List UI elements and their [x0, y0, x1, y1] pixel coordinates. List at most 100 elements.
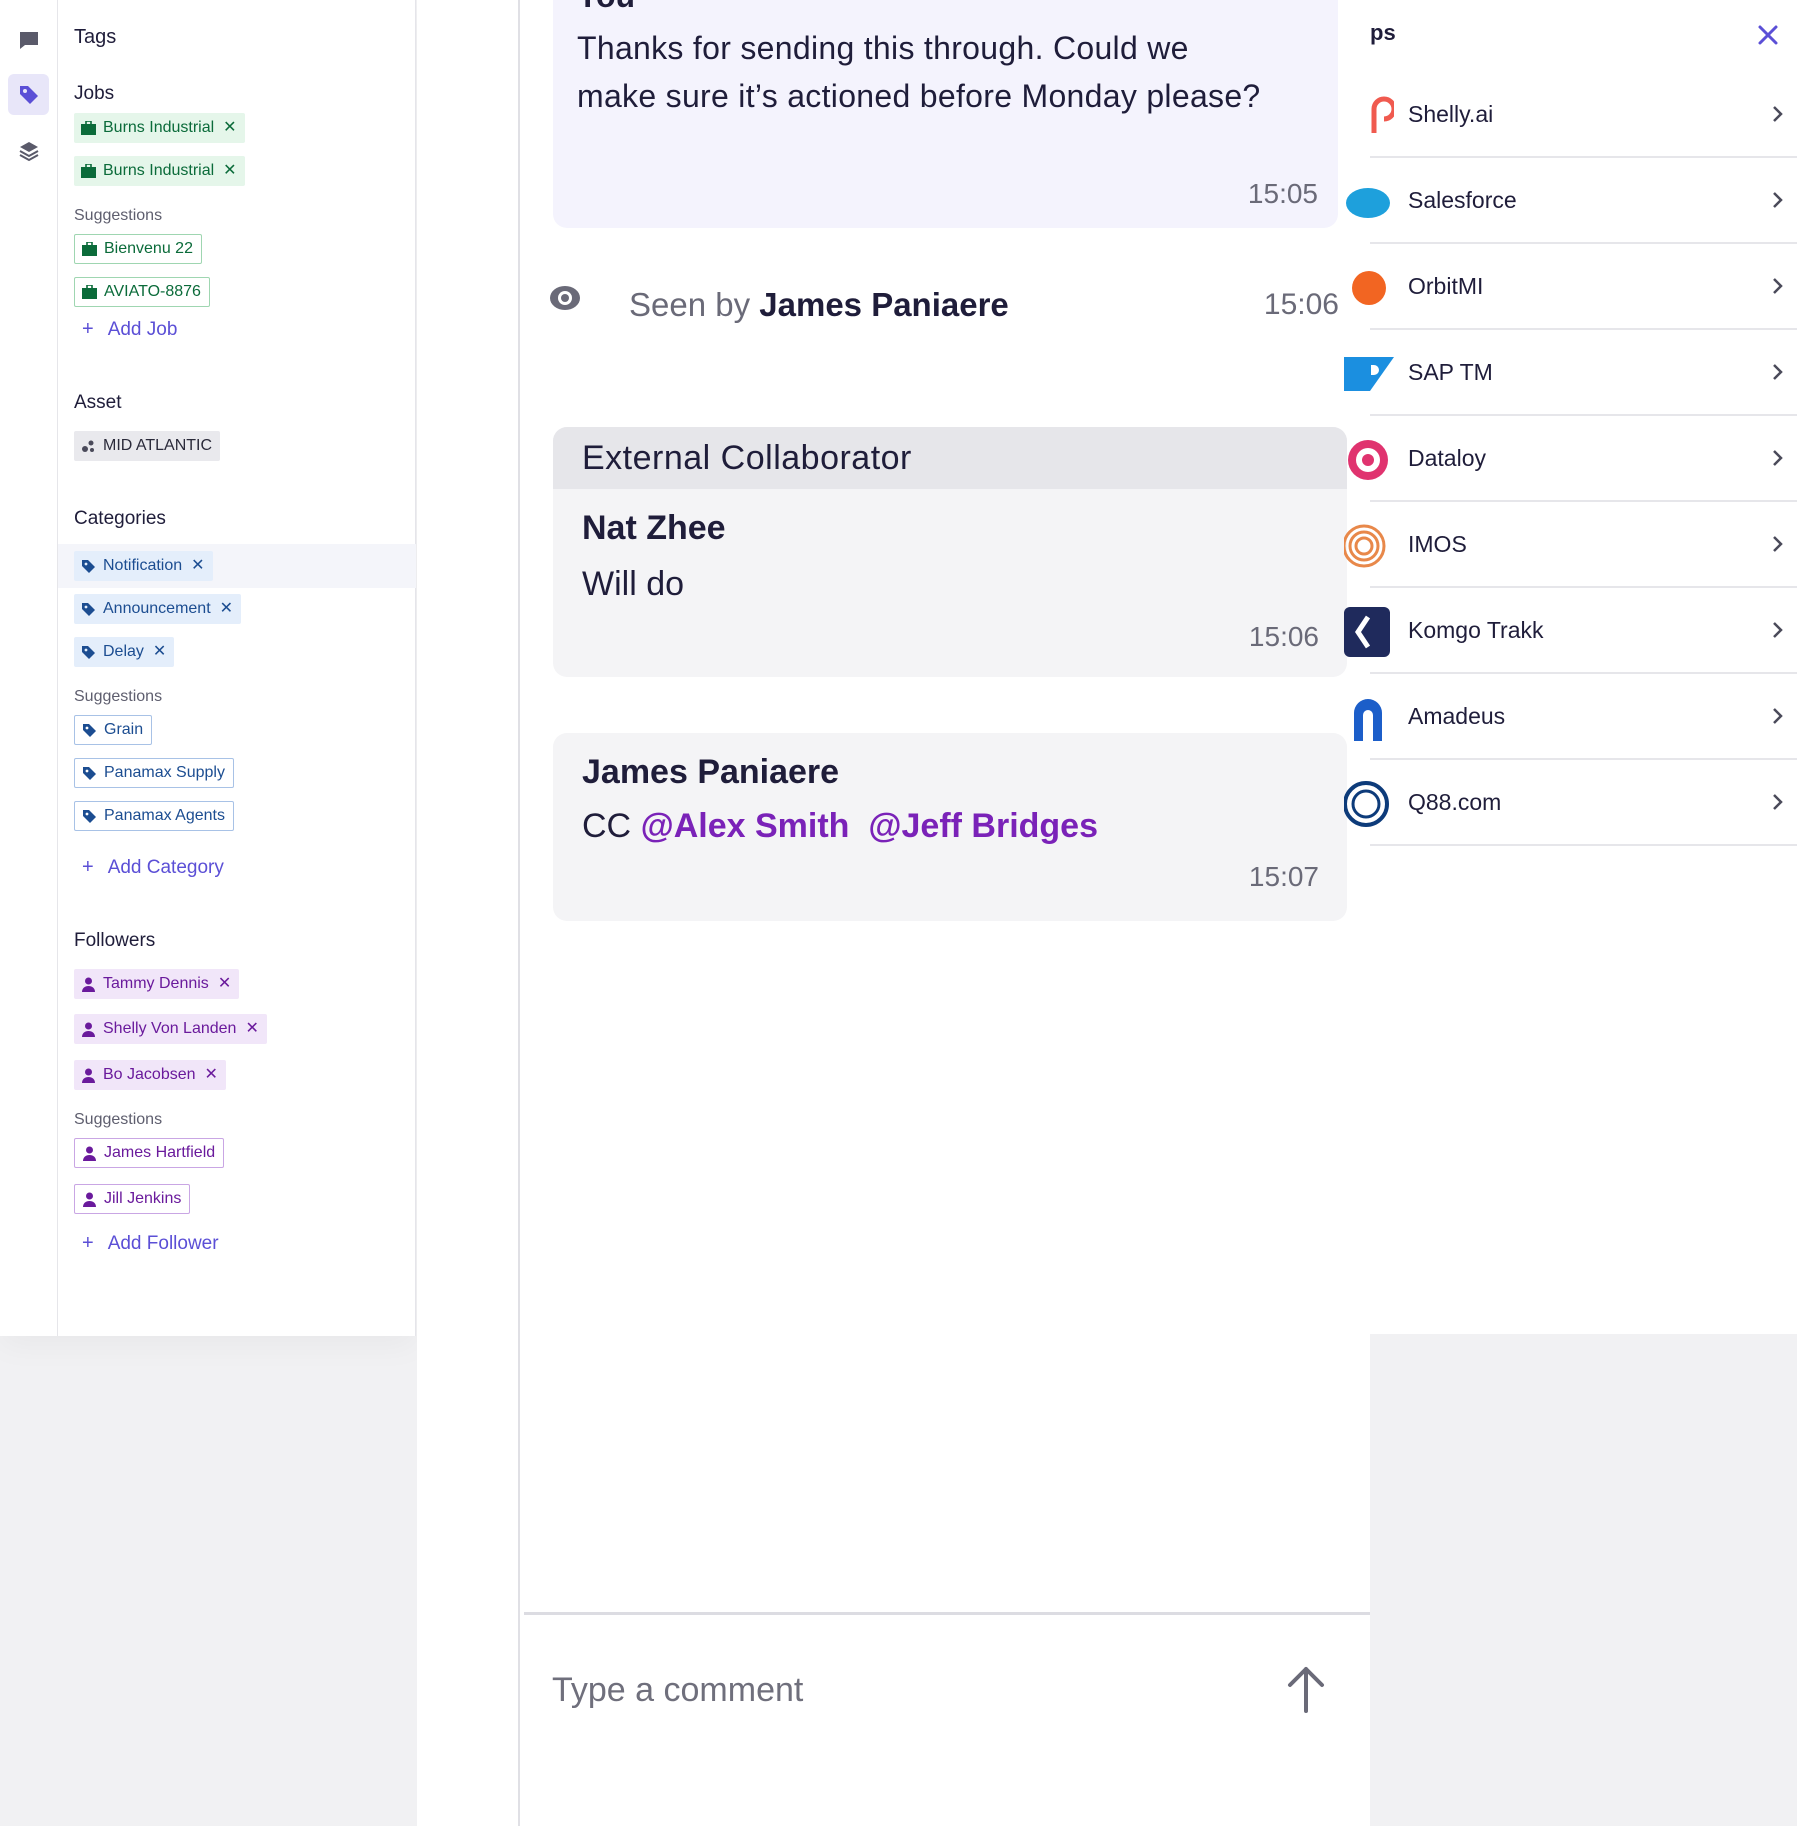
plus-icon: +: [82, 856, 94, 878]
external-message-card: External Collaborator Nat Zhee Will do 1…: [553, 427, 1347, 677]
comment-input[interactable]: [552, 1665, 1252, 1715]
message-text: Thanks for sending this through. Could w…: [577, 30, 1261, 114]
add-category-button[interactable]: + Add Category: [82, 856, 224, 879]
send-arrow-icon[interactable]: [1284, 1665, 1328, 1713]
chevron-right-icon: [1773, 278, 1783, 294]
app-name: OrbitMI: [1408, 273, 1484, 299]
app-row-komgo[interactable]: Komgo Trakk: [1344, 588, 1797, 674]
follower-suggestion-chip[interactable]: James Hartfield: [74, 1138, 225, 1168]
app-name: Komgo Trakk: [1408, 617, 1544, 643]
tag-icon: [81, 722, 97, 738]
message-time: 15:06: [1248, 621, 1319, 652]
chat-column: You Thanks for sending this through. Cou…: [417, 0, 1370, 1826]
asset-chip-label: MID ATLANTIC: [103, 437, 213, 454]
asset-chip[interactable]: MID ATLANTIC: [74, 431, 221, 461]
job-chip[interactable]: Burns Industrial ✕: [74, 156, 245, 186]
app-name: Q88.com: [1408, 789, 1502, 815]
asset-icon: [80, 438, 96, 454]
layers-rail-button[interactable]: [8, 130, 49, 171]
shelly-logo-icon: [1371, 96, 1394, 133]
app-row-imos[interactable]: IMOS: [1344, 502, 1797, 588]
category-suggestion-chip[interactable]: Grain: [74, 715, 153, 745]
follower-chip-label: Tammy Dennis: [103, 975, 209, 992]
app-row-dataloy[interactable]: Dataloy: [1348, 416, 1797, 502]
followers-suggestions-label: Suggestions: [74, 1111, 163, 1128]
message-time: 15:05: [1247, 178, 1318, 209]
add-job-label: Add Job: [107, 318, 178, 340]
chevron-right-icon: [1773, 450, 1783, 466]
jobs-title: Jobs: [74, 83, 115, 104]
comments-rail-button[interactable]: [8, 20, 49, 61]
mention-link[interactable]: @Jeff Bridges: [868, 807, 1098, 845]
category-suggestion-chip[interactable]: Panamax Agents: [74, 801, 234, 831]
follower-chip-label: Shelly Von Landen: [103, 1020, 237, 1037]
mention-link[interactable]: @Alex Smith: [641, 807, 850, 845]
app-row-q88[interactable]: Q88.com: [1344, 760, 1797, 846]
follower-chip[interactable]: Tammy Dennis ✕: [74, 969, 240, 999]
sap-logo-icon: [1344, 357, 1394, 391]
person-icon: [80, 1067, 96, 1083]
app-row-salesforce[interactable]: Salesforce: [1346, 158, 1797, 244]
chevron-right-icon: [1773, 708, 1783, 724]
category-chip[interactable]: Notification ✕: [74, 551, 213, 581]
tag-icon: [80, 644, 96, 660]
cc-prefix: CC: [582, 807, 632, 845]
message-author: James Paniaere: [582, 753, 840, 791]
follower-chip-label: Bo Jacobsen: [103, 1066, 196, 1083]
seen-text: Seen by James Paniaere: [629, 286, 1009, 324]
add-category-label: Add Category: [107, 856, 224, 878]
app-row-amadeus[interactable]: Amadeus: [1354, 674, 1797, 760]
app-name: Amadeus: [1408, 703, 1506, 729]
comment-composer: [524, 1612, 1370, 1826]
category-suggestion-chip[interactable]: Panamax Supply: [74, 758, 234, 788]
message-author: Nat Zhee: [582, 509, 726, 547]
remove-icon[interactable]: ✕: [205, 1067, 218, 1083]
chevron-right-icon: [1773, 364, 1783, 380]
job-chip[interactable]: Burns Industrial ✕: [74, 113, 245, 143]
category-suggestion-label: Grain: [104, 721, 144, 738]
app-name: Dataloy: [1408, 445, 1486, 471]
category-chip[interactable]: Delay ✕: [74, 637, 175, 667]
q88-logo-icon: [1344, 781, 1389, 827]
message-text: CC @Alex Smith @Jeff Bridges: [582, 807, 1098, 846]
job-chip-label: Burns Industrial: [103, 119, 215, 136]
app-row-orbitmi[interactable]: OrbitMI: [1352, 244, 1797, 330]
category-chip[interactable]: Announcement ✕: [74, 594, 242, 624]
close-icon[interactable]: [1753, 20, 1783, 50]
chevron-right-icon: [1773, 106, 1783, 122]
remove-icon[interactable]: ✕: [223, 163, 236, 179]
follower-suggestion-label: Jill Jenkins: [104, 1190, 182, 1207]
person-icon: [80, 976, 96, 992]
follower-chip[interactable]: Bo Jacobsen ✕: [74, 1060, 226, 1090]
follower-suggestion-chip[interactable]: Jill Jenkins: [74, 1184, 191, 1214]
remove-icon[interactable]: ✕: [223, 120, 236, 136]
add-follower-button[interactable]: + Add Follower: [82, 1232, 219, 1255]
remove-icon[interactable]: ✕: [218, 976, 231, 992]
message-text: Will do: [582, 565, 685, 603]
app-name: Salesforce: [1408, 187, 1517, 213]
job-suggestion-chip[interactable]: Bienvenu 22: [74, 234, 202, 264]
job-chip-label: Burns Industrial: [103, 162, 215, 179]
chat-gutter: [417, 0, 520, 1826]
apps-panel: ps Shelly.ai Salesforce OrbitMI SAP TM D…: [1344, 0, 1797, 1334]
chevron-right-icon: [1773, 794, 1783, 810]
message-author: You: [577, 0, 635, 15]
person-icon: [81, 1191, 97, 1207]
app-row-shelly[interactable]: Shelly.ai: [1370, 72, 1797, 158]
plus-icon: +: [82, 1232, 94, 1254]
category-chip-label: Delay: [103, 643, 144, 660]
job-suggestion-chip[interactable]: AVIATO-8876: [74, 277, 210, 307]
add-job-button[interactable]: + Add Job: [82, 318, 177, 341]
remove-icon[interactable]: ✕: [245, 1021, 258, 1037]
remove-icon[interactable]: ✕: [153, 644, 166, 660]
remove-icon[interactable]: ✕: [191, 558, 204, 574]
app-row-sap[interactable]: SAP TM: [1344, 330, 1797, 416]
orbitmi-logo-icon: [1352, 271, 1386, 305]
tags-rail-button[interactable]: [8, 74, 49, 115]
tag-icon: [80, 601, 96, 617]
briefcase-icon: [81, 284, 97, 300]
job-suggestion-label: AVIATO-8876: [104, 283, 201, 300]
remove-icon[interactable]: ✕: [220, 601, 233, 617]
tag-icon: [81, 808, 97, 824]
follower-chip[interactable]: Shelly Von Landen ✕: [74, 1014, 267, 1044]
